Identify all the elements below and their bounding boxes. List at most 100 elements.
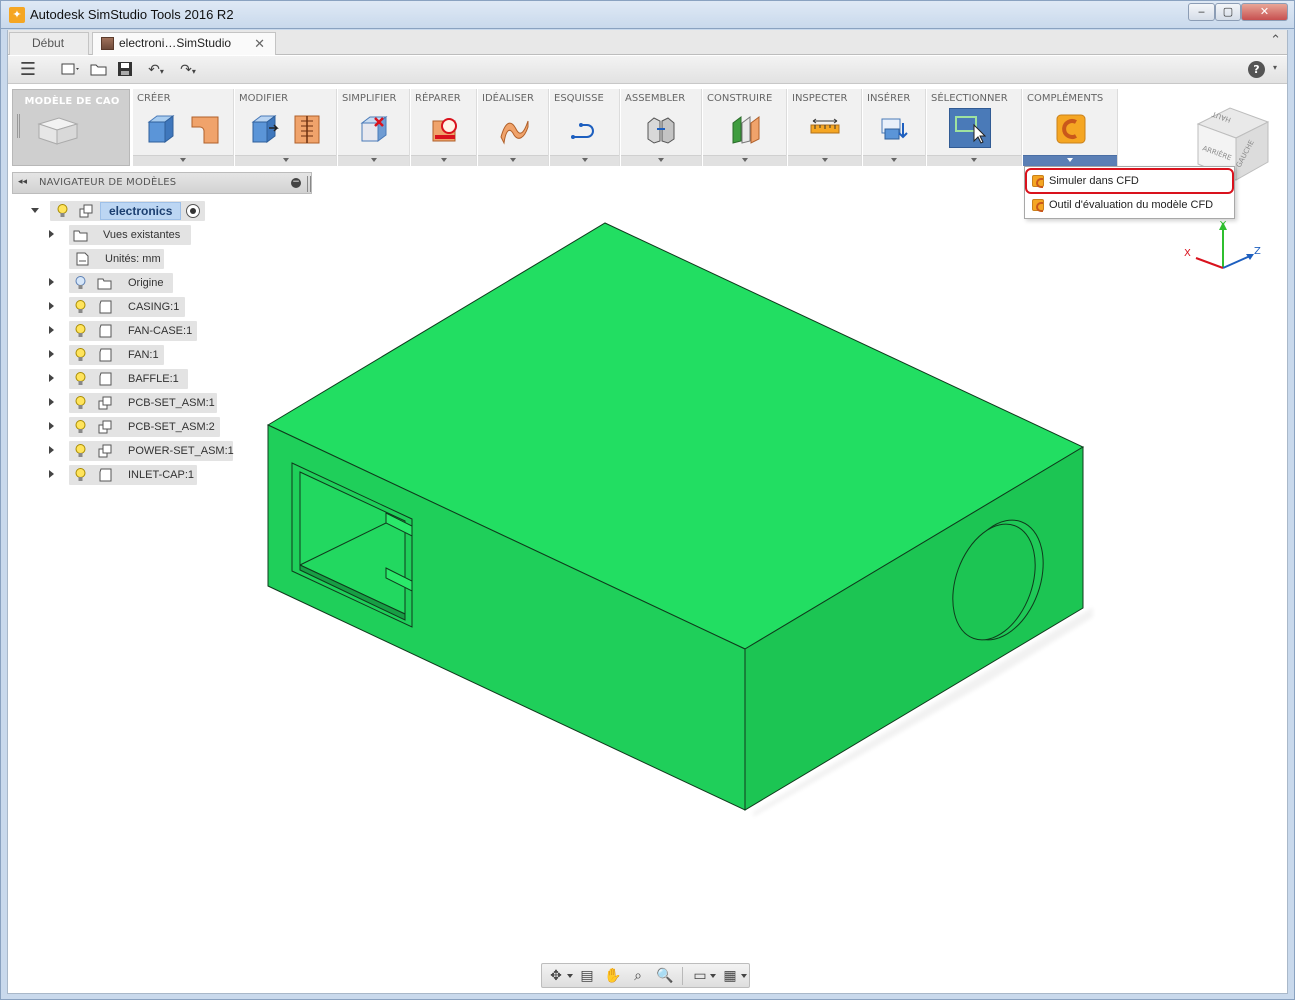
select-tool-button[interactable]: [949, 108, 991, 148]
close-window-button[interactable]: ✕: [1241, 3, 1288, 21]
grid-settings-icon[interactable]: ▦: [720, 967, 740, 985]
viewport-canvas[interactable]: [8, 172, 1287, 992]
collapse-triangle-icon[interactable]: [31, 208, 39, 213]
tree-node-baffle[interactable]: BAFFLE:1: [46, 369, 196, 389]
visibility-bulb-off-icon[interactable]: [75, 276, 86, 290]
axis-x-label: X: [1184, 248, 1191, 259]
expand-triangle-icon[interactable]: [49, 350, 54, 358]
tree-node-origine[interactable]: Origine: [46, 273, 196, 293]
remove-features-icon[interactable]: [358, 113, 390, 145]
extrude-box-icon[interactable]: [145, 113, 177, 145]
open-file-icon[interactable]: [88, 60, 110, 80]
visibility-bulb-icon[interactable]: [75, 324, 86, 338]
expand-triangle-icon[interactable]: [49, 326, 54, 334]
group-modifier-dropdown[interactable]: [235, 155, 336, 166]
display-settings-icon[interactable]: ▭: [690, 967, 710, 985]
visibility-bulb-icon[interactable]: [75, 372, 86, 386]
visibility-bulb-icon[interactable]: [75, 348, 86, 362]
expand-triangle-icon[interactable]: [49, 374, 54, 382]
visibility-bulb-icon[interactable]: [75, 420, 86, 434]
group-selectionner-dropdown[interactable]: [927, 155, 1021, 166]
workspace-switcher[interactable]: MODÈLE DE CAO: [12, 89, 130, 166]
minimize-panel-icon[interactable]: −: [291, 178, 301, 188]
collapse-browser-icon[interactable]: ◂◂: [18, 177, 27, 187]
orbit-icon[interactable]: ✥: [546, 967, 566, 985]
expand-triangle-icon[interactable]: [49, 302, 54, 310]
tree-node-fan-case[interactable]: FAN-CASE:1: [46, 321, 206, 341]
display-dropdown-icon[interactable]: [710, 974, 716, 978]
pan-icon[interactable]: ✋: [603, 967, 623, 985]
visibility-bulb-icon[interactable]: [57, 204, 68, 218]
group-assembler-dropdown[interactable]: [621, 155, 701, 166]
visibility-bulb-icon[interactable]: [75, 444, 86, 458]
visibility-bulb-icon[interactable]: [75, 468, 86, 482]
group-idealiser-dropdown[interactable]: [478, 155, 548, 166]
panel-grip-icon[interactable]: [307, 176, 311, 192]
expand-triangle-icon[interactable]: [49, 398, 54, 406]
chevron-down-icon: [510, 158, 516, 162]
tree-node-inlet-cap[interactable]: INLET-CAP:1: [46, 465, 206, 485]
expand-triangle-icon[interactable]: [49, 422, 54, 430]
minimize-button[interactable]: ‒: [1188, 3, 1215, 21]
expand-triangle-icon[interactable]: [49, 278, 54, 286]
tree-node-casing[interactable]: CASING:1: [46, 297, 196, 317]
tree-root-label[interactable]: electronics: [100, 202, 182, 220]
orbit-dropdown-icon[interactable]: [567, 974, 573, 978]
split-body-icon[interactable]: [291, 113, 323, 145]
new-file-icon[interactable]: [58, 60, 84, 80]
visibility-bulb-icon[interactable]: [75, 300, 86, 314]
visibility-bulb-icon[interactable]: [75, 396, 86, 410]
tree-node-power-set[interactable]: POWER-SET_ASM:1: [46, 441, 246, 461]
tree-node-pcb-set-1[interactable]: PCB-SET_ASM:1: [46, 393, 226, 413]
tree-node-label: FAN:1: [128, 349, 159, 361]
press-pull-icon[interactable]: [249, 113, 281, 145]
main-menu-icon[interactable]: ☰: [16, 60, 40, 80]
active-component-radio[interactable]: [186, 204, 200, 218]
group-complements-dropdown[interactable]: [1023, 155, 1117, 166]
help-dropdown-icon[interactable]: ▾: [1273, 63, 1277, 72]
expand-triangle-icon[interactable]: [49, 230, 54, 238]
group-construire-dropdown[interactable]: [703, 155, 786, 166]
tab-document[interactable]: electroni…SimStudio ✕: [92, 32, 276, 55]
grip-handle-icon[interactable]: [17, 114, 20, 138]
help-icon[interactable]: ?: [1248, 61, 1265, 78]
group-creer-dropdown[interactable]: [133, 155, 233, 166]
insert-icon[interactable]: [879, 113, 911, 145]
cfd-addin-icon[interactable]: [1055, 113, 1087, 145]
tab-close-icon[interactable]: ✕: [254, 33, 265, 54]
grid-dropdown-icon[interactable]: [741, 974, 747, 978]
group-inspecter-dropdown[interactable]: [788, 155, 861, 166]
look-at-icon[interactable]: ▤: [577, 967, 597, 985]
electronics-model[interactable]: [8, 172, 1287, 992]
tree-root-node[interactable]: electronics: [28, 201, 213, 221]
zoom-window-icon[interactable]: 🔍: [655, 967, 675, 985]
tree-node-pcb-set-2[interactable]: PCB-SET_ASM:2: [46, 417, 226, 437]
sketch-shape-icon[interactable]: [189, 113, 221, 145]
collapse-chevron-icon[interactable]: ⌃: [1270, 33, 1281, 48]
construction-plane-icon[interactable]: [729, 113, 761, 145]
group-esquisse-dropdown[interactable]: [550, 155, 619, 166]
idealize-surface-icon[interactable]: [498, 113, 530, 145]
repair-icon[interactable]: [429, 113, 461, 145]
zoom-icon[interactable]: ⌕: [628, 967, 648, 985]
expand-triangle-icon[interactable]: [49, 470, 54, 478]
undo-icon[interactable]: ↶▾: [142, 60, 170, 80]
expand-triangle-icon[interactable]: [49, 446, 54, 454]
group-inserer-dropdown[interactable]: [863, 155, 925, 166]
tab-home[interactable]: Début: [9, 32, 89, 55]
window-titlebar: ✦ Autodesk SimStudio Tools 2016 R2 ‒ ▢ ✕: [0, 0, 1295, 28]
tree-node-vues[interactable]: Vues existantes: [46, 225, 196, 245]
group-reparer-dropdown[interactable]: [411, 155, 476, 166]
group-simplifier-dropdown[interactable]: [338, 155, 409, 166]
menu-item-cfd-model-assessment[interactable]: Outil d'évaluation du modèle CFD: [1027, 194, 1232, 216]
redo-icon[interactable]: ↷▾: [174, 60, 202, 80]
joint-icon[interactable]: [645, 113, 677, 145]
save-icon[interactable]: [114, 60, 136, 80]
maximize-button[interactable]: ▢: [1215, 3, 1241, 21]
measure-icon[interactable]: [809, 113, 841, 145]
axis-y-label: Y: [1219, 220, 1227, 231]
tree-node-unites[interactable]: Unités: mm: [46, 249, 196, 269]
sketch-curve-icon[interactable]: [569, 113, 601, 145]
menu-item-simulate-cfd[interactable]: Simuler dans CFD: [1025, 168, 1234, 194]
tree-node-fan[interactable]: FAN:1: [46, 345, 196, 365]
